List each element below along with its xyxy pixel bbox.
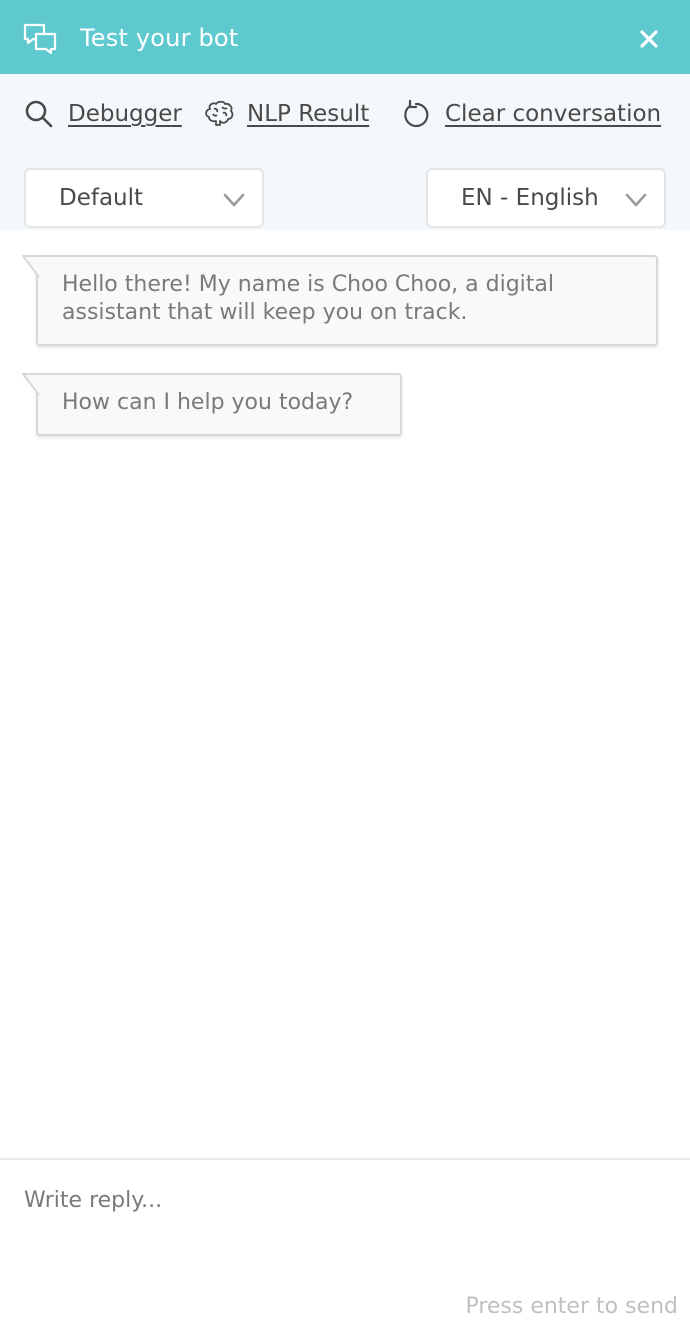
brain-icon	[205, 100, 234, 126]
send-hint: Press enter to send	[465, 1294, 678, 1319]
bot-message: Hello there! My name is Choo Choo, a dig…	[22, 255, 658, 346]
debugger-button[interactable]: Debugger	[24, 96, 182, 132]
language-select-value: EN - English	[461, 185, 599, 211]
chevron-down-icon	[223, 193, 245, 207]
chevron-down-icon	[625, 193, 647, 207]
bubble-tail	[22, 255, 40, 278]
clear-conversation-label: Clear conversation	[445, 101, 662, 127]
bot-message-text: Hello there! My name is Choo Choo, a dig…	[62, 272, 554, 325]
environment-select[interactable]: Default	[24, 168, 264, 228]
language-select[interactable]: EN - English	[426, 168, 666, 228]
bot-message-text: How can I help you today?	[62, 390, 354, 415]
environment-select-value: Default	[59, 185, 144, 211]
nlp-result-button[interactable]: NLP Result	[203, 96, 369, 132]
refresh-icon	[404, 99, 429, 128]
nlp-result-label: NLP Result	[247, 101, 370, 127]
debugger-label: Debugger	[68, 101, 182, 127]
test-bot-panel: Test your bot Debugger NLP Result Clear …	[0, 0, 690, 1336]
chat-bubbles-icon	[22, 22, 58, 56]
panel-header: Test your bot	[0, 0, 690, 74]
clear-conversation-button[interactable]: Clear conversation	[401, 96, 661, 132]
reply-input[interactable]	[24, 1180, 664, 1220]
search-icon	[25, 100, 53, 128]
bot-message: How can I help you today?	[22, 373, 402, 436]
bubble-tail	[22, 373, 40, 396]
panel-title: Test your bot	[80, 24, 239, 52]
bot-toolbar: Debugger NLP Result Clear conversation D…	[0, 74, 690, 230]
reply-divider	[0, 1158, 690, 1160]
close-icon[interactable]	[634, 24, 664, 54]
